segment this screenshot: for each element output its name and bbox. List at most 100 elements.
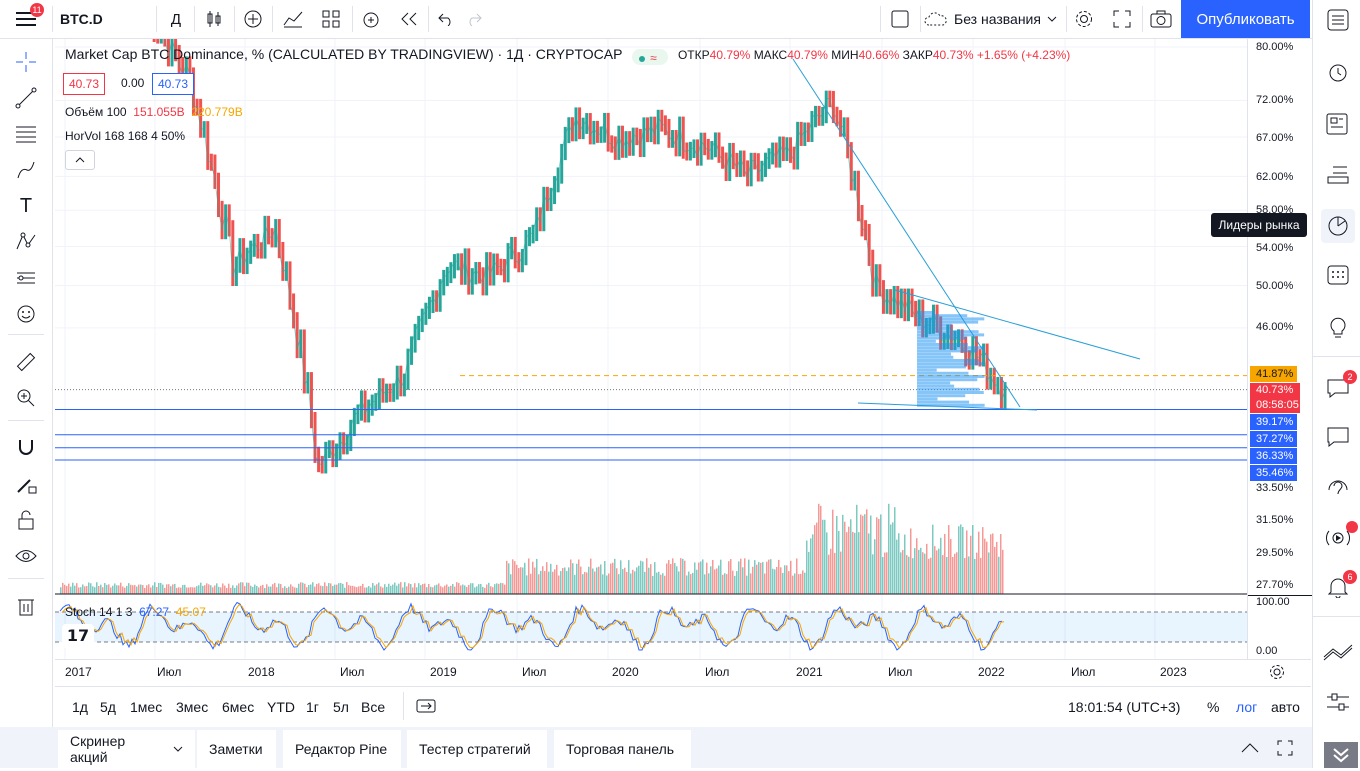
volume-bar (574, 574, 576, 594)
tab-notes[interactable]: Заметки (197, 730, 276, 768)
trendline (792, 58, 1021, 408)
bid-box[interactable]: 40.73 (63, 73, 106, 95)
volume-bar (992, 533, 994, 594)
alert-button[interactable] (356, 0, 386, 38)
range-1y[interactable]: 1г (306, 699, 319, 715)
drawing-toolbar: T (0, 39, 53, 729)
range-ytd[interactable]: YTD (267, 699, 295, 715)
zoom-tool[interactable] (10, 382, 42, 414)
layout-name-button[interactable]: Без названия (924, 0, 1064, 38)
price-axis[interactable]: 80.00% 72.00% 67.00% 62.00% 58.00% 54.00… (1247, 39, 1312, 659)
compare-button[interactable] (238, 0, 268, 38)
chart-pane[interactable] (55, 39, 1247, 659)
range-3m[interactable]: 3мес (176, 699, 208, 715)
alerts-button[interactable] (1321, 55, 1355, 89)
lock-drawings-tool[interactable] (10, 504, 42, 536)
volume-bar (126, 585, 128, 594)
remove-drawings-tool[interactable] (10, 590, 42, 622)
prediction-tool[interactable] (10, 262, 42, 294)
volume-bar (82, 584, 84, 594)
tradingview-logo[interactable]: 𝟭𝟳 (62, 624, 94, 648)
chart-settings-button[interactable] (1269, 664, 1285, 683)
magnet-tool[interactable] (10, 432, 42, 464)
indicators-button[interactable] (278, 0, 308, 38)
trendline-tool[interactable] (10, 82, 42, 114)
volume-bar (844, 521, 846, 594)
volume-bar (878, 518, 880, 594)
ask-box[interactable]: 40.73 (152, 73, 195, 95)
log-scale-toggle[interactable]: лог (1236, 699, 1257, 715)
fullscreen-button[interactable] (1108, 0, 1136, 38)
interval-button[interactable]: Д (162, 0, 190, 38)
volume-bar (916, 538, 918, 594)
crosshair-tool[interactable] (10, 46, 42, 78)
trend-lines-icon (1323, 644, 1353, 661)
candle (860, 205, 864, 237)
market-leaders-button[interactable] (1321, 209, 1355, 243)
volume-bar (978, 531, 980, 594)
layout-select-button[interactable] (884, 0, 916, 38)
clock[interactable]: 18:01:54 (UTC+3) (1068, 699, 1180, 715)
collapse-legend-button[interactable] (65, 150, 95, 170)
candle (556, 167, 560, 193)
object-tree-button[interactable] (1321, 156, 1355, 190)
watchlist-button[interactable] (1321, 3, 1355, 37)
goto-date-button[interactable] (416, 697, 436, 718)
news-button[interactable] (1321, 107, 1355, 141)
tab-stock-screener[interactable]: Скринер акций (58, 730, 195, 768)
publish-button[interactable]: Опубликовать (1181, 0, 1310, 38)
dom-button[interactable] (1321, 685, 1355, 719)
ideas-button[interactable] (1321, 310, 1355, 344)
volume-profile-bar (917, 314, 968, 318)
brush-tool[interactable] (10, 154, 42, 186)
chart-type-button[interactable] (198, 0, 230, 38)
tab-trading-panel[interactable]: Торговая панель (554, 730, 691, 768)
volume-bar (90, 583, 92, 594)
range-1m[interactable]: 1мес (130, 699, 162, 715)
series-title[interactable]: Market Cap BTC Dominance, % (CALCULATED … (65, 46, 622, 62)
range-1d[interactable]: 1д (72, 699, 88, 715)
pattern-tool[interactable] (10, 226, 42, 258)
calendar-button[interactable] (1321, 257, 1355, 291)
hide-drawings-tool[interactable] (10, 540, 42, 572)
snapshot-button[interactable] (1146, 0, 1176, 38)
maximize-panel-button[interactable] (1277, 740, 1293, 759)
expand-panel-button[interactable] (1241, 741, 1259, 756)
settings-button[interactable] (1070, 0, 1098, 38)
public-chat-button[interactable] (1321, 420, 1355, 454)
symbol-search-button[interactable]: BTC.D (60, 0, 150, 38)
volume-bar (1000, 534, 1002, 594)
time-axis[interactable]: 2017 Июл 2018 Июл 2019 Июл 2020 Июл 2021… (55, 659, 1311, 686)
tab-pine-editor[interactable]: Редактор Pine (283, 730, 401, 768)
stay-drawing-tool[interactable] (10, 468, 42, 500)
candle (699, 132, 703, 166)
replay-button[interactable] (394, 0, 424, 38)
percent-scale-toggle[interactable]: % (1207, 699, 1219, 715)
text-tool[interactable]: T (10, 190, 42, 222)
volume-bar (320, 585, 322, 594)
range-5y[interactable]: 5л (333, 699, 349, 715)
compare-symbols-button[interactable] (1321, 635, 1355, 669)
range-all[interactable]: Все (361, 699, 385, 715)
tab-strategy-tester[interactable]: Тестер стратегий (407, 730, 547, 768)
collapse-sidebar-button[interactable] (1324, 742, 1358, 768)
volume-bar (316, 583, 318, 594)
streams-button[interactable] (1321, 472, 1355, 506)
volume-profile-bar (917, 333, 985, 337)
price-chart[interactable] (55, 39, 1247, 659)
market-status-icon[interactable]: ≈ (632, 49, 669, 65)
templates-button[interactable] (316, 0, 346, 38)
range-6m[interactable]: 6мес (222, 699, 254, 715)
redo-button[interactable] (460, 0, 488, 38)
auto-scale-toggle[interactable]: авто (1271, 699, 1300, 715)
undo-button[interactable] (432, 0, 460, 38)
range-5d[interactable]: 5д (100, 699, 116, 715)
volume-bar (832, 509, 834, 594)
volume-bar (392, 584, 394, 594)
volume-bar (394, 582, 396, 594)
measure-tool[interactable] (10, 346, 42, 378)
fib-tool[interactable] (10, 118, 42, 150)
volume-bar (826, 532, 828, 594)
price-tick: 29.50% (1256, 547, 1294, 559)
icon-tool[interactable] (10, 298, 42, 330)
